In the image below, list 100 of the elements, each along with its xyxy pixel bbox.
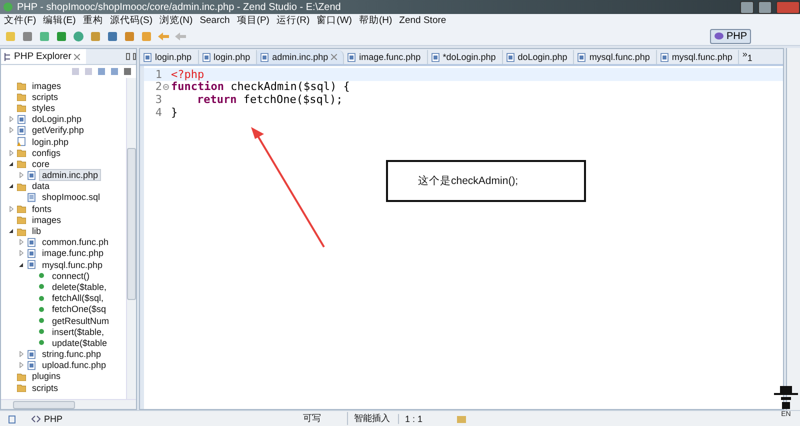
php-file-icon xyxy=(27,170,36,180)
close-icon[interactable] xyxy=(74,54,80,60)
fold-icon[interactable] xyxy=(163,84,169,90)
tree-item[interactable]: delete($table, xyxy=(49,280,110,293)
editor-tab[interactable]: doLogin.php xyxy=(502,50,574,64)
minimize-button[interactable] xyxy=(740,0,754,14)
tree-item[interactable]: data xyxy=(29,180,53,192)
collapsed-arrow-icon[interactable] xyxy=(19,250,24,256)
collapsed-arrow-icon[interactable] xyxy=(19,362,24,368)
php-file-warning-icon xyxy=(17,137,26,146)
sql-file-icon xyxy=(27,192,36,202)
tree-item[interactable]: fetchAll($sql, xyxy=(49,292,107,304)
editor-tab[interactable]: mysql.func.php xyxy=(574,50,657,64)
php-file-icon xyxy=(577,52,586,62)
menu-item[interactable]: 运行(R) xyxy=(276,14,310,27)
expanded-arrow-icon[interactable] xyxy=(19,262,24,268)
close-icon[interactable] xyxy=(331,54,338,60)
status-icon[interactable] xyxy=(456,414,467,424)
tree-item[interactable]: images xyxy=(29,80,64,92)
tree-item[interactable]: scripts xyxy=(29,90,62,103)
tree-item[interactable]: insert($table, xyxy=(49,326,108,338)
editor-tab[interactable]: login.php xyxy=(140,50,199,64)
menu-item[interactable]: 浏览(N) xyxy=(159,14,193,27)
menu-item[interactable]: 窗口(W) xyxy=(316,14,352,27)
tree-item[interactable]: login.php xyxy=(29,136,72,148)
collapsed-arrow-icon[interactable] xyxy=(9,206,14,212)
tree-item[interactable]: fonts xyxy=(29,202,55,215)
php-file-icon xyxy=(260,52,270,62)
tree-item[interactable]: upload.func.php xyxy=(39,359,110,372)
expanded-arrow-icon[interactable] xyxy=(9,228,14,234)
collapsed-arrow-icon[interactable] xyxy=(19,172,24,178)
php-explorer-tab[interactable]: PHP Explorer xyxy=(1,49,86,64)
tree-item[interactable]: scripts xyxy=(29,382,62,394)
php-file-icon xyxy=(347,52,356,62)
php-file-icon xyxy=(202,52,211,62)
annotation-text: 这个是checkAdmin(); xyxy=(418,174,518,188)
function-dot-icon xyxy=(37,304,46,314)
menu-item[interactable]: 文件(F) xyxy=(4,14,36,27)
menu-item[interactable]: 重构 xyxy=(82,14,103,27)
tree-item[interactable]: update($table xyxy=(49,336,110,349)
tab-overflow-button[interactable]: »1 xyxy=(739,50,756,64)
tree-item[interactable]: common.func.ph xyxy=(39,236,112,248)
function-dot-icon xyxy=(37,271,46,280)
fast-view-icon[interactable] xyxy=(8,414,17,424)
perspective-icon xyxy=(714,32,724,40)
tree-item[interactable]: image.func.php xyxy=(39,247,107,260)
status-writable: 可写 xyxy=(302,412,322,425)
collapsed-arrow-icon[interactable] xyxy=(9,127,14,134)
maximize-button[interactable] xyxy=(758,0,772,14)
editor-tab[interactable]: image.func.php xyxy=(344,50,428,64)
minimize-icon[interactable] xyxy=(126,53,130,60)
close-button[interactable] xyxy=(776,0,800,14)
php-perspective-button[interactable]: PHP xyxy=(710,28,751,44)
tree-item[interactable]: shopImooc.sql xyxy=(39,191,104,204)
tree-item[interactable]: core xyxy=(29,158,53,170)
tree-item[interactable]: admin.inc.php xyxy=(39,169,102,182)
menu-item[interactable]: 帮助(H) xyxy=(358,14,392,27)
php-file-icon xyxy=(430,52,440,62)
tree-item[interactable]: mysql.func.php xyxy=(39,258,106,271)
horizontal-scrollbar[interactable] xyxy=(1,399,136,409)
php-file-icon xyxy=(143,52,152,62)
menu-item[interactable]: Zend Store xyxy=(399,15,446,26)
tree-item[interactable]: fetchOne($sq xyxy=(49,303,110,316)
menu-item[interactable]: 项目(P) xyxy=(236,14,270,27)
tree-item[interactable]: styles xyxy=(29,102,58,114)
function-dot-icon xyxy=(37,294,46,303)
php-file-icon xyxy=(506,52,515,62)
tree-item[interactable]: doLogin.php xyxy=(29,113,85,126)
collapsed-arrow-icon[interactable] xyxy=(9,150,14,156)
tree-item[interactable]: string.func.php xyxy=(39,348,104,360)
line-number: 1 xyxy=(154,68,162,81)
expanded-arrow-icon[interactable] xyxy=(9,160,14,167)
tree-item[interactable]: images xyxy=(29,214,64,226)
tree-item[interactable]: plugins xyxy=(29,370,64,382)
editor-tab[interactable]: admin.inc.php xyxy=(257,50,344,64)
editor-tab[interactable]: *doLogin.php xyxy=(428,50,503,64)
window-title: PHP - shopImooc/shopImooc/core/admin.inc.php - Zend Studio - E:\Zend xyxy=(17,2,342,12)
code-line: return fetchOne($sql); xyxy=(196,92,343,106)
tree-item[interactable]: getVerify.php xyxy=(29,124,87,136)
code-brackets-icon xyxy=(31,414,41,422)
vertical-scrollbar[interactable] xyxy=(126,78,136,399)
status-insert-mode: 智能插入 xyxy=(347,412,398,425)
tree-item[interactable]: lib xyxy=(29,225,44,238)
menu-item[interactable]: 源代码(S) xyxy=(110,14,152,27)
maximize-icon[interactable] xyxy=(132,53,136,60)
app-icon xyxy=(3,2,13,12)
line-number: 4 xyxy=(154,106,162,119)
function-dot-icon xyxy=(37,316,46,326)
hat-figure-icon xyxy=(774,385,798,411)
line-number: 2 xyxy=(154,80,162,94)
tree-item[interactable]: configs xyxy=(29,146,64,159)
tree-item[interactable]: connect() xyxy=(49,270,93,282)
collapsed-arrow-icon[interactable] xyxy=(19,239,24,246)
menu-item[interactable]: 编辑(E) xyxy=(43,14,76,27)
collapsed-arrow-icon[interactable] xyxy=(9,116,14,122)
tree-item[interactable]: getResultNum xyxy=(49,314,112,327)
expanded-arrow-icon[interactable] xyxy=(9,183,14,190)
collapsed-arrow-icon[interactable] xyxy=(19,351,24,358)
editor-tab[interactable]: mysql.func.php xyxy=(656,50,740,64)
menu-item[interactable]: Search xyxy=(200,15,230,26)
